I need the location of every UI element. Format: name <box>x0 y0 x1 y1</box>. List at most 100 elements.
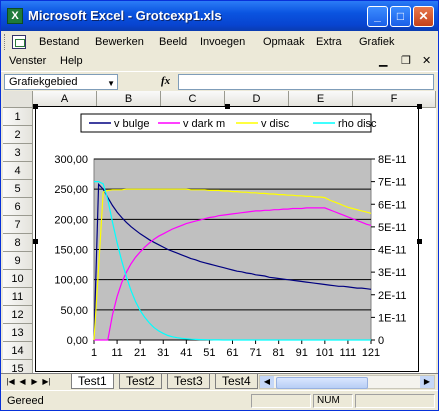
menu-beeld[interactable]: Beeld <box>159 36 187 48</box>
last-sheet-icon[interactable]: ▶| <box>41 376 52 388</box>
x-tick-label: 11 <box>111 347 122 359</box>
legend-label: v bulge <box>114 118 149 130</box>
menu-invoegen[interactable]: Invoegen <box>200 36 245 48</box>
x-tick-label: 41 <box>180 347 192 359</box>
window-title: Microsoft Excel - Grotcexp1.xls <box>28 8 222 23</box>
y-right-tick-label: 4E-11 <box>378 245 407 257</box>
row-header-9[interactable]: 9 <box>3 252 33 270</box>
resize-handle-nw[interactable] <box>33 104 38 109</box>
status-cell-3 <box>355 394 435 408</box>
legend-label: v disc <box>261 118 290 130</box>
title-bar[interactable]: X Microsoft Excel - Grotcexp1.xls _ □ ✕ <box>1 1 438 31</box>
row-header-14[interactable]: 14 <box>3 342 33 360</box>
y-right-tick-label: 0 <box>378 335 384 347</box>
x-tick-label: 121 <box>362 347 380 359</box>
resize-handle-e[interactable] <box>417 239 422 244</box>
row-header-6[interactable]: 6 <box>3 198 33 216</box>
row-header-11[interactable]: 11 <box>3 288 33 306</box>
horizontal-scrollbar[interactable]: ◀ ▶ <box>259 375 435 389</box>
row-header-8[interactable]: 8 <box>3 234 33 252</box>
menu-extra[interactable]: Extra <box>316 36 342 48</box>
status-text: Gereed <box>7 395 44 407</box>
y-right-tick-label: 8E-11 <box>378 154 407 166</box>
name-box[interactable]: Grafiekgebied ▼ <box>4 74 118 90</box>
first-sheet-icon[interactable]: |◀ <box>5 376 16 388</box>
y-left-tick-label: 0,00 <box>67 335 88 347</box>
scroll-left-icon[interactable]: ◀ <box>260 376 274 388</box>
next-sheet-icon[interactable]: ▶ <box>29 376 40 388</box>
menu-opmaak[interactable]: Opmaak <box>263 36 305 48</box>
y-left-tick-label: 300,00 <box>54 154 88 166</box>
y-right-tick-label: 3E-11 <box>378 267 407 279</box>
row-header-15[interactable]: 15 <box>3 360 33 373</box>
x-tick-label: 101 <box>316 347 334 359</box>
num-lock-indicator: NUM <box>313 394 353 408</box>
x-tick-label: 1 <box>91 347 97 359</box>
x-tick-label: 61 <box>226 347 238 359</box>
select-all-corner[interactable] <box>3 91 33 108</box>
y-right-tick-label: 5E-11 <box>378 222 407 234</box>
legend-label: v dark m <box>183 118 225 130</box>
menu-grafiek[interactable]: Grafiek <box>359 36 394 48</box>
doc-minimize-icon[interactable]: ▁ <box>379 54 387 67</box>
minimize-button[interactable]: _ <box>367 6 388 27</box>
status-cell-1 <box>251 394 311 408</box>
x-tick-label: 51 <box>203 347 215 359</box>
y-left-tick-label: 150,00 <box>54 245 88 257</box>
resize-handle-ne[interactable] <box>417 104 422 109</box>
x-tick-label: 111 <box>340 347 357 359</box>
chevron-down-icon[interactable]: ▼ <box>107 77 115 91</box>
sheet-tab-test2[interactable]: Test2 <box>119 374 162 389</box>
y-right-tick-label: 1E-11 <box>378 312 407 324</box>
formula-input[interactable] <box>178 74 434 90</box>
menu-bestand[interactable]: Bestand <box>39 36 79 48</box>
y-right-tick-label: 2E-11 <box>378 290 407 302</box>
menu-grip[interactable] <box>4 34 8 50</box>
row-header-5[interactable]: 5 <box>3 180 33 198</box>
row-header-4[interactable]: 4 <box>3 162 33 180</box>
excel-window: X Microsoft Excel - Grotcexp1.xls _ □ ✕ … <box>0 0 439 411</box>
prev-sheet-icon[interactable]: ◀ <box>17 376 28 388</box>
menu-bar-row2: Venster Help ▁ ❐ ✕ <box>1 53 438 70</box>
y-right-tick-label: 7E-11 <box>378 177 407 189</box>
menu-bar: Bestand Bewerken Beeld Invoegen Opmaak E… <box>1 31 438 53</box>
y-left-tick-label: 50,00 <box>60 305 88 317</box>
excel-app-icon[interactable]: X <box>7 8 23 24</box>
x-tick-label: 71 <box>249 347 261 359</box>
x-tick-label: 31 <box>157 347 169 359</box>
doc-restore-icon[interactable]: ❐ <box>401 54 411 67</box>
chart-area[interactable]: 0,00 50,00 100,00 150,00 200,00 250,00 300,00 0… <box>35 106 419 372</box>
row-header-2[interactable]: 2 <box>3 126 33 144</box>
menu-bewerken[interactable]: Bewerken <box>95 36 144 48</box>
row-header-3[interactable]: 3 <box>3 144 33 162</box>
resize-handle-w[interactable] <box>33 239 38 244</box>
sheet-tab-bar: |◀ ◀ ▶ ▶| Test1 Test2 Test3 Test4 ◀ ▶ <box>1 373 438 390</box>
row-header-1[interactable]: 1 <box>3 108 33 126</box>
row-header-13[interactable]: 13 <box>3 324 33 342</box>
legend-label: rho disc <box>338 118 377 130</box>
y-left-tick-label: 200,00 <box>54 214 88 226</box>
menu-venster[interactable]: Venster <box>9 55 46 67</box>
row-header-7[interactable]: 7 <box>3 216 33 234</box>
chart-svg: 0,00 50,00 100,00 150,00 200,00 250,00 300,00 0… <box>54 113 407 359</box>
y-left-tick-label: 100,00 <box>54 275 88 287</box>
function-icon[interactable]: fx <box>161 75 170 87</box>
doc-close-icon[interactable]: ✕ <box>422 54 431 67</box>
workbook-icon[interactable] <box>12 35 26 49</box>
row-header-12[interactable]: 12 <box>3 306 33 324</box>
scroll-thumb[interactable] <box>276 377 368 389</box>
close-button[interactable]: ✕ <box>413 6 434 27</box>
row-header-10[interactable]: 10 <box>3 270 33 288</box>
sheet-tab-test3[interactable]: Test3 <box>167 374 210 389</box>
sheet-tab-test4[interactable]: Test4 <box>215 374 258 389</box>
x-tick-label: 21 <box>134 347 146 359</box>
maximize-button[interactable]: □ <box>390 6 411 27</box>
resize-handle-n[interactable] <box>225 104 230 109</box>
y-right-tick-label: 6E-11 <box>378 199 407 211</box>
formula-bar: Grafiekgebied ▼ fx <box>1 71 438 92</box>
status-bar: Gereed NUM <box>1 390 438 410</box>
menu-help[interactable]: Help <box>60 55 83 67</box>
scroll-right-icon[interactable]: ▶ <box>420 376 434 388</box>
worksheet-grid[interactable]: A B C D E F 1 2 3 4 5 6 7 8 9 10 11 12 13 14 15 0,00 50… <box>3 91 436 373</box>
sheet-tab-test1[interactable]: Test1 <box>71 374 114 389</box>
